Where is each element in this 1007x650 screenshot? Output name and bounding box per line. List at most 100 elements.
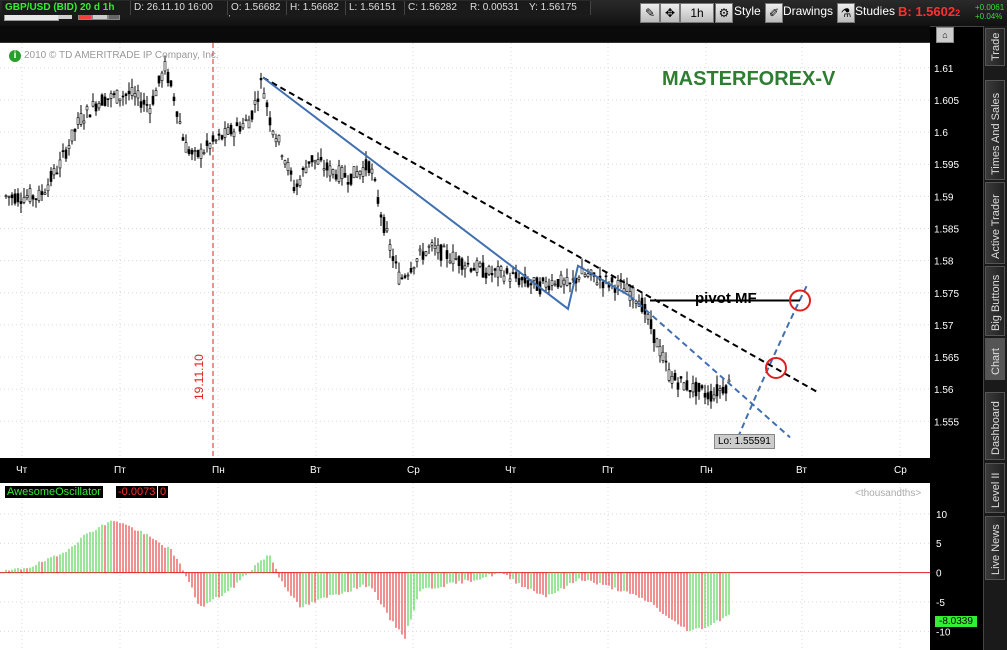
tab-level-ii[interactable]: Level II	[985, 463, 1005, 513]
candle-body	[205, 140, 209, 146]
candle-body	[475, 260, 479, 273]
candle-body	[562, 279, 566, 285]
candle-body	[373, 178, 377, 181]
candle-body	[604, 275, 608, 278]
candle-body	[547, 285, 551, 291]
candle-body	[376, 197, 380, 204]
candle-body	[673, 372, 677, 381]
candle-body	[679, 376, 683, 379]
info-high: H: 1.56682	[287, 1, 346, 15]
candle-body	[586, 273, 590, 277]
osc-tick-label: 10	[936, 510, 948, 521]
candle-body	[712, 394, 716, 400]
tab-big-buttons[interactable]: Big Buttons	[985, 266, 1005, 336]
candle-body	[142, 99, 146, 105]
price-tick-label: 1.565	[934, 353, 959, 364]
info-open: O: 1.56682	[228, 1, 287, 15]
crosshair-icon[interactable]: ✥	[660, 3, 680, 23]
tab-times-and-sales[interactable]: Times And Sales	[985, 80, 1005, 180]
candle-body	[103, 96, 107, 106]
info-icon[interactable]: i	[9, 50, 21, 62]
candle-body	[601, 281, 605, 289]
candle-body	[463, 265, 467, 270]
studies-button[interactable]: Studies	[855, 4, 895, 18]
style-button[interactable]: Style	[734, 4, 761, 18]
timeframe-button[interactable]: 1h	[680, 3, 714, 23]
tools-icon[interactable]: ✎	[640, 3, 660, 23]
price-y-axis: 1.61 1.605 1.6 1.595 1.59 1.585 1.58 1.575 1.57 1…	[934, 64, 959, 428]
candle-body	[289, 170, 293, 175]
candle-body	[280, 155, 284, 158]
time-tick-label: Пн	[700, 465, 713, 476]
tab-live-news[interactable]: Live News	[985, 516, 1005, 580]
candle-body	[235, 122, 239, 127]
osc-tick-label: -5	[936, 598, 945, 609]
candle-body	[511, 272, 515, 274]
chart-title: GBP/USD (BID) 20 d 1h	[2, 1, 131, 15]
candle-body	[433, 245, 437, 250]
price-panel-bg	[0, 43, 930, 458]
candle-body	[442, 245, 446, 248]
tab-trade[interactable]: Trade	[985, 28, 1005, 66]
candle-body	[634, 300, 638, 304]
candle-body	[358, 170, 362, 175]
candle-body	[703, 392, 707, 398]
candle-body	[304, 166, 308, 174]
price-tick-label: 1.59	[934, 192, 954, 203]
candle-body	[448, 260, 452, 264]
osc-tick-label: 0	[936, 569, 942, 580]
candle-body	[292, 187, 296, 192]
candle-body	[430, 242, 434, 246]
candle-body	[517, 278, 521, 285]
candle-body	[349, 173, 353, 185]
candle-body	[295, 183, 299, 188]
drawings-button[interactable]: Drawings	[783, 4, 833, 18]
candle-body	[718, 388, 722, 392]
candle-body	[307, 161, 311, 164]
style-icon[interactable]: ⚙	[715, 3, 733, 23]
candle-body	[625, 283, 629, 292]
osc-name[interactable]: AwesomeOscillator	[5, 486, 103, 498]
candle-body	[187, 149, 191, 154]
candle-body	[424, 251, 428, 256]
candle-body	[445, 250, 449, 259]
candle-body	[313, 159, 317, 163]
drawings-icon[interactable]: ✐	[765, 3, 783, 23]
candle-body	[514, 272, 518, 279]
candle-body	[100, 94, 104, 106]
price-tick-label: 1.555	[934, 417, 959, 428]
bid-value: 1.5602	[915, 4, 956, 19]
candle-body	[262, 93, 266, 99]
candle-body	[241, 123, 245, 129]
candle-body	[355, 171, 359, 178]
candle-body	[184, 142, 188, 153]
candle-body	[667, 369, 671, 381]
candle-body	[367, 161, 371, 173]
osc-tick-label: -10	[936, 627, 951, 638]
info-bar	[0, 26, 930, 43]
candle-body	[496, 266, 500, 278]
candle-body	[178, 121, 182, 124]
candle-body	[490, 273, 494, 276]
chart-settings-icon[interactable]: ⌂	[936, 27, 954, 43]
time-tick-label: Вт	[796, 465, 807, 476]
time-tick-label: Ср	[894, 465, 907, 476]
osc-current: -8.0339	[935, 616, 977, 627]
candle-body	[148, 108, 152, 114]
tab-active-trader[interactable]: Active Trader	[985, 182, 1005, 264]
tab-dashboard[interactable]: Dashboard	[985, 392, 1005, 460]
candle-body	[91, 101, 95, 107]
candle-body	[325, 162, 329, 171]
candle-body	[31, 195, 35, 200]
tab-chart[interactable]: Chart	[985, 338, 1005, 380]
studies-icon[interactable]: ⚗	[837, 3, 855, 23]
candle-body	[595, 282, 599, 286]
candle-body	[244, 118, 248, 121]
candle-body	[286, 162, 290, 171]
candle-body	[505, 268, 509, 274]
candle-body	[340, 167, 344, 179]
candle-body	[19, 201, 23, 204]
candle-body	[388, 244, 392, 251]
low-label: Lo: 1.55591	[714, 434, 775, 449]
candle-body	[223, 128, 227, 138]
